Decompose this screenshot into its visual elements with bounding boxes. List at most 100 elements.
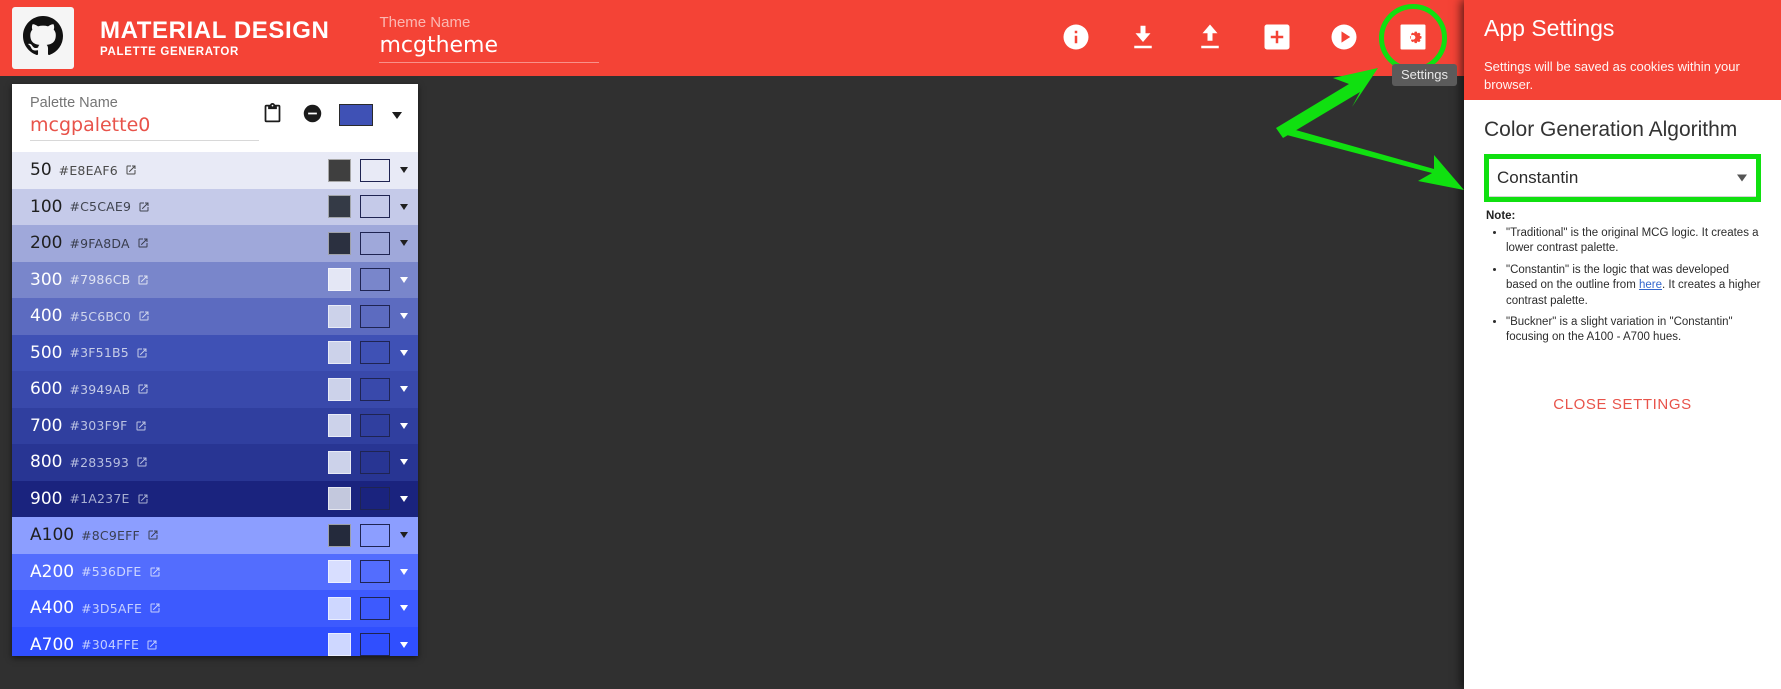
palette-row-color-swatch[interactable] <box>360 414 390 438</box>
palette-row[interactable]: 200 #9FA8DA <box>12 225 418 262</box>
palette-row[interactable]: A400 #3D5AFE <box>12 590 418 627</box>
palette-row-name: 100 <box>30 196 63 217</box>
palette-row[interactable]: 700 #303F9F <box>12 407 418 444</box>
palette-row-text-color-swatch[interactable] <box>328 377 351 401</box>
palette-row[interactable]: 50 #E8EAF6 <box>12 152 418 189</box>
palette-row-color-swatch[interactable] <box>360 231 390 255</box>
palette-row[interactable]: A200 #536DFE <box>12 553 418 590</box>
palette-row-text-color-swatch[interactable] <box>328 195 351 219</box>
palette-row-color-swatch[interactable] <box>360 304 390 328</box>
external-link-icon[interactable] <box>136 347 148 359</box>
external-link-icon[interactable] <box>149 566 161 578</box>
chevron-down-icon[interactable] <box>400 641 408 648</box>
palette-card: Palette Name mcgpalette0 50 #E8EAF6 100 … <box>12 84 418 656</box>
external-link-icon[interactable] <box>138 201 150 213</box>
palette-name-input[interactable]: mcgpalette0 <box>30 114 259 141</box>
theme-name-input[interactable]: mcgtheme <box>379 33 600 63</box>
external-link-icon[interactable] <box>137 383 149 395</box>
external-link-icon[interactable] <box>137 493 149 505</box>
palette-row-color-swatch[interactable] <box>360 341 390 365</box>
palette-row-text-color-swatch[interactable] <box>328 487 351 511</box>
palette-row-text-color-swatch[interactable] <box>328 560 351 584</box>
palette-row[interactable]: 500 #3F51B5 <box>12 334 418 371</box>
arrow-to-settings-button <box>1276 68 1378 138</box>
chevron-down-icon[interactable] <box>400 276 408 283</box>
palette-row-text-color-swatch[interactable] <box>328 633 351 656</box>
external-link-icon[interactable] <box>125 164 137 176</box>
chevron-down-icon[interactable] <box>400 495 408 502</box>
palette-base-color-swatch[interactable] <box>339 104 373 126</box>
preview-button[interactable] <box>1321 15 1367 61</box>
chevron-down-icon[interactable] <box>400 167 408 174</box>
external-link-icon[interactable] <box>146 639 158 651</box>
palette-row-color-swatch[interactable] <box>360 560 390 584</box>
external-link-icon[interactable] <box>138 310 150 322</box>
brand-subtitle: PALETTE GENERATOR <box>100 45 240 58</box>
palette-row-color-swatch[interactable] <box>360 158 390 182</box>
chevron-down-icon[interactable] <box>400 568 408 575</box>
palette-row-color-swatch[interactable] <box>360 633 390 656</box>
palette-row-hex: #9FA8DA <box>69 235 130 251</box>
settings-panel-body: Color Generation Algorithm TraditionalCo… <box>1464 100 1781 689</box>
external-link-icon[interactable] <box>136 456 148 468</box>
chevron-down-icon[interactable] <box>392 111 402 119</box>
chevron-down-icon[interactable] <box>400 605 408 612</box>
add-palette-button[interactable] <box>1254 15 1300 61</box>
note-link[interactable]: here <box>1639 279 1662 291</box>
info-icon <box>1061 22 1091 55</box>
palette-row-color-swatch[interactable] <box>360 195 390 219</box>
chevron-down-icon[interactable] <box>400 203 408 210</box>
palette-row-text-color-swatch[interactable] <box>328 450 351 474</box>
github-logo[interactable] <box>12 7 74 69</box>
palette-row[interactable]: 800 #283593 <box>12 444 418 481</box>
external-link-icon[interactable] <box>137 237 149 249</box>
palette-row-text-color-swatch[interactable] <box>328 158 351 182</box>
play-circle-icon <box>1329 22 1359 55</box>
chevron-down-icon[interactable] <box>400 459 408 466</box>
external-link-icon[interactable] <box>147 529 159 541</box>
upload-button[interactable] <box>1187 15 1233 61</box>
palette-row-text-color-swatch[interactable] <box>328 304 351 328</box>
palette-row[interactable]: A700 #304FFE <box>12 626 418 656</box>
palette-row-text-color-swatch[interactable] <box>328 414 351 438</box>
chevron-down-icon[interactable] <box>400 532 408 539</box>
palette-row-color-swatch[interactable] <box>360 596 390 620</box>
about-button[interactable] <box>1053 15 1099 61</box>
chevron-down-icon[interactable] <box>400 386 408 393</box>
palette-row-hex: #8C9EFF <box>81 527 140 543</box>
algorithm-select[interactable]: TraditionalConstantinBuckner <box>1489 159 1756 197</box>
palette-row-hex: #304FFE <box>81 637 140 653</box>
chevron-down-icon[interactable] <box>400 349 408 356</box>
palette-row-text-color-swatch[interactable] <box>328 268 351 292</box>
palette-name-field[interactable]: Palette Name mcgpalette0 <box>30 92 259 141</box>
download-button[interactable] <box>1120 15 1166 61</box>
chevron-down-icon[interactable] <box>400 240 408 247</box>
palette-row-color-swatch[interactable] <box>360 450 390 474</box>
palette-row-color-swatch[interactable] <box>360 487 390 511</box>
copy-palette-button[interactable] <box>259 102 285 128</box>
palette-row-color-swatch[interactable] <box>360 523 390 547</box>
palette-row-hex: #283593 <box>69 454 130 470</box>
palette-row[interactable]: 400 #5C6BC0 <box>12 298 418 335</box>
palette-row[interactable]: 100 #C5CAE9 <box>12 188 418 225</box>
palette-row[interactable]: A100 #8C9EFF <box>12 517 418 554</box>
palette-row-color-swatch[interactable] <box>360 268 390 292</box>
remove-palette-button[interactable] <box>299 102 325 128</box>
palette-row[interactable]: 300 #7986CB <box>12 261 418 298</box>
external-link-icon[interactable] <box>149 602 161 614</box>
palette-row-text-color-swatch[interactable] <box>328 596 351 620</box>
chevron-down-icon[interactable] <box>400 422 408 429</box>
theme-name-field[interactable]: Theme Name mcgtheme <box>379 13 600 63</box>
palette-row-text-color-swatch[interactable] <box>328 231 351 255</box>
app-root: MATERIAL DESIGN PALETTE GENERATOR Theme … <box>0 0 1781 689</box>
palette-row[interactable]: 900 #1A237E <box>12 480 418 517</box>
external-link-icon[interactable] <box>137 274 149 286</box>
palette-row-text-color-swatch[interactable] <box>328 341 351 365</box>
external-link-icon[interactable] <box>135 420 147 432</box>
chevron-down-icon[interactable] <box>400 313 408 320</box>
palette-row[interactable]: 600 #3949AB <box>12 371 418 408</box>
close-settings-button[interactable]: CLOSE SETTINGS <box>1539 388 1705 421</box>
settings-button[interactable] <box>1379 4 1447 72</box>
palette-row-text-color-swatch[interactable] <box>328 523 351 547</box>
palette-row-color-swatch[interactable] <box>360 377 390 401</box>
